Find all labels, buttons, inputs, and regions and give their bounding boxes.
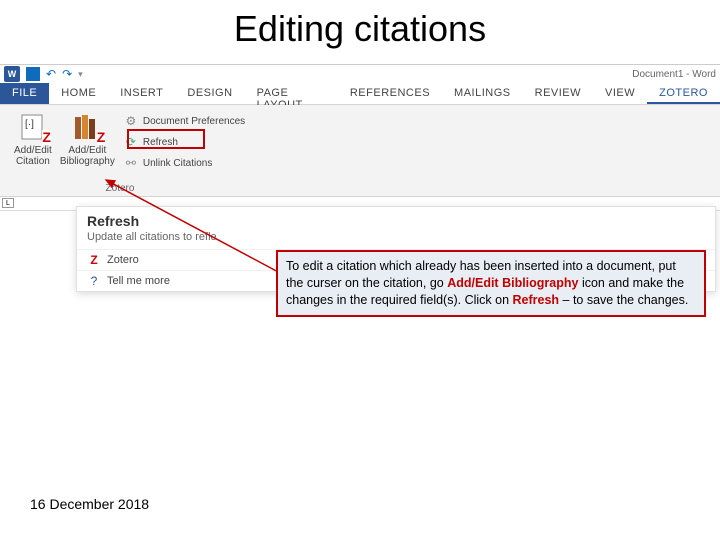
tab-page-layout[interactable]: PAGE LAYOUT bbox=[245, 83, 338, 104]
save-icon[interactable] bbox=[26, 67, 40, 81]
gear-icon: ⚙ bbox=[123, 113, 139, 129]
zotero-z-icon: Z bbox=[42, 130, 51, 145]
tab-references[interactable]: REFERENCES bbox=[338, 83, 442, 104]
screentip-description: Update all citations to refle bbox=[77, 231, 715, 249]
tab-file[interactable]: FILE bbox=[0, 83, 49, 104]
tab-design[interactable]: DESIGN bbox=[175, 83, 244, 104]
instruction-key-2: Refresh bbox=[513, 293, 560, 307]
redo-icon[interactable]: ↷ bbox=[62, 67, 72, 81]
add-edit-bibliography-label: Add/Edit Bibliography bbox=[60, 145, 115, 167]
document-title: Document1 - Word bbox=[632, 69, 716, 80]
screentip-title: Refresh bbox=[77, 207, 715, 231]
instruction-callout: To edit a citation which already has bee… bbox=[276, 250, 706, 317]
unlink-icon: ⚯ bbox=[123, 155, 139, 171]
screentip-zotero-label: Zotero bbox=[107, 254, 139, 266]
instruction-key-1: Add/Edit Bibliography bbox=[447, 276, 578, 290]
ribbon-group-label: Zotero bbox=[0, 179, 240, 194]
ribbon-body: [·] Z Add/Edit Citation Z Add/Edit Bibli… bbox=[0, 105, 720, 197]
footer-date: 16 December 2018 bbox=[30, 496, 149, 512]
help-icon: ? bbox=[87, 274, 101, 288]
instruction-text-3: – to save the changes. bbox=[559, 293, 688, 307]
add-edit-citation-label: Add/Edit Citation bbox=[14, 145, 52, 167]
tab-home[interactable]: HOME bbox=[49, 83, 108, 104]
slide-title: Editing citations bbox=[0, 0, 720, 64]
add-edit-citation-button[interactable]: [·] Z Add/Edit Citation bbox=[10, 109, 56, 169]
qat-customize-icon[interactable]: ▾ bbox=[78, 69, 83, 80]
titlebar: W ↶ ↷ ▾ Document1 - Word bbox=[0, 65, 720, 83]
undo-icon[interactable]: ↶ bbox=[46, 67, 56, 81]
doc-prefs-label: Document Preferences bbox=[143, 116, 245, 127]
tab-zotero[interactable]: ZOTERO bbox=[647, 83, 720, 104]
add-edit-bibliography-button[interactable]: Z Add/Edit Bibliography bbox=[56, 109, 119, 169]
document-preferences-button[interactable]: ⚙ Document Preferences bbox=[119, 111, 249, 131]
tab-view[interactable]: VIEW bbox=[593, 83, 647, 104]
svg-text:[·]: [·] bbox=[25, 119, 34, 130]
tab-stop-icon: L bbox=[2, 198, 14, 208]
unlink-citations-button[interactable]: ⚯ Unlink Citations bbox=[119, 153, 249, 173]
tab-insert[interactable]: INSERT bbox=[108, 83, 175, 104]
word-app-icon: W bbox=[4, 66, 20, 82]
highlight-refresh bbox=[127, 129, 205, 149]
tab-review[interactable]: REVIEW bbox=[523, 83, 593, 104]
zotero-z-icon: Z bbox=[97, 130, 106, 145]
screentip-tell-me-label: Tell me more bbox=[107, 275, 170, 287]
word-window: W ↶ ↷ ▾ Document1 - Word FILE HOME INSER… bbox=[0, 64, 720, 211]
ribbon-tabs: FILE HOME INSERT DESIGN PAGE LAYOUT REFE… bbox=[0, 83, 720, 105]
tab-mailings[interactable]: MAILINGS bbox=[442, 83, 523, 104]
zotero-small-icon: Z bbox=[87, 253, 101, 267]
unlink-label: Unlink Citations bbox=[143, 158, 212, 169]
